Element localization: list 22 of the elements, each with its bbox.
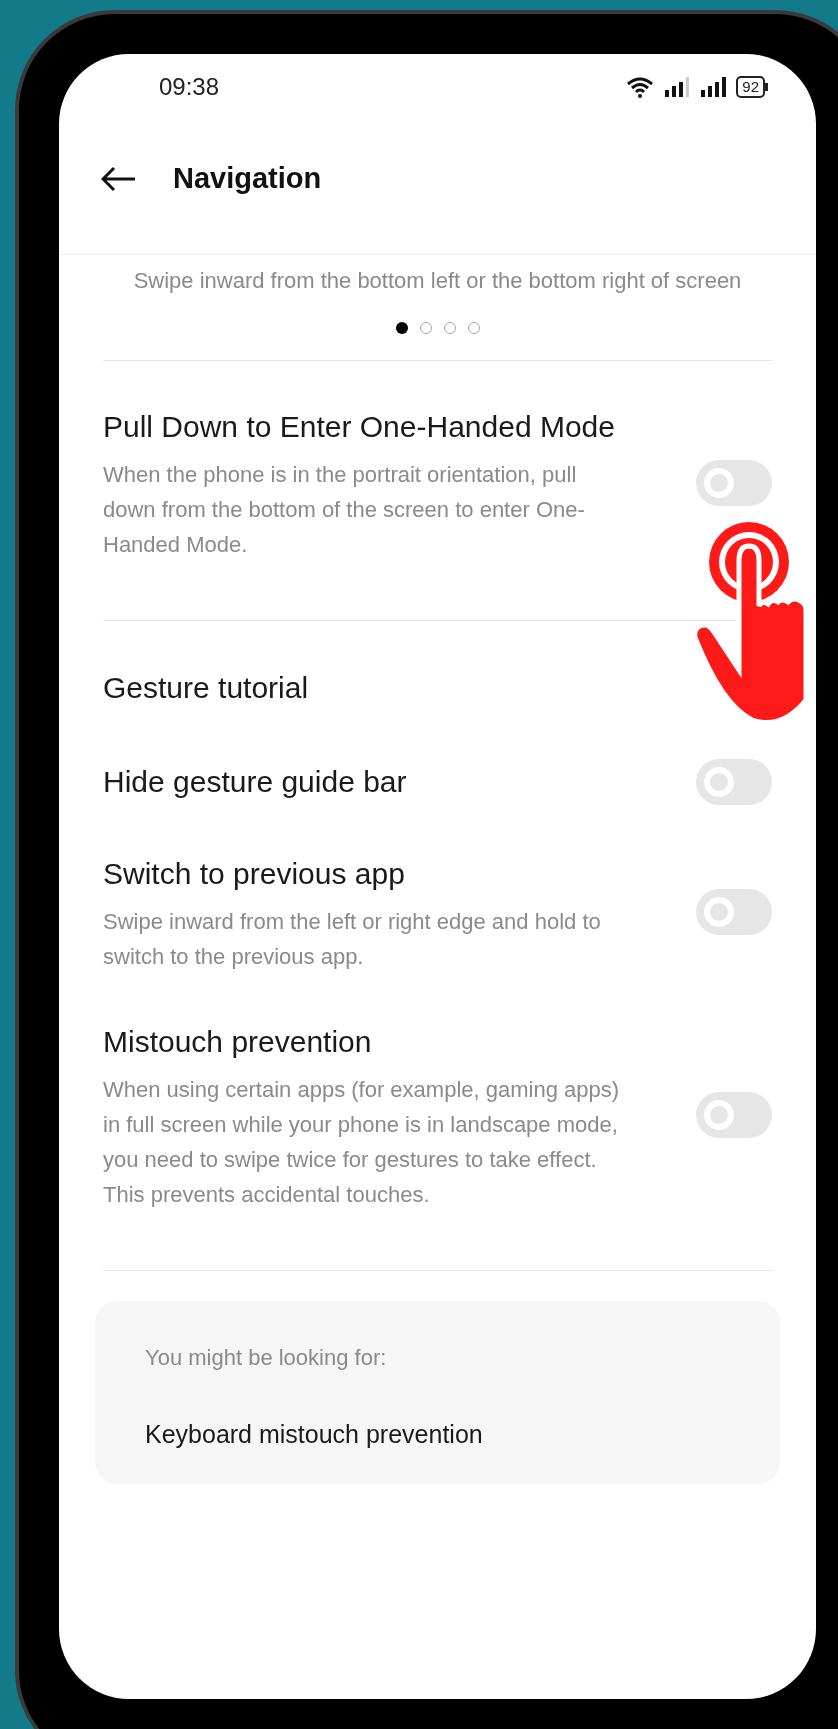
- setting-title: Gesture tutorial: [103, 670, 309, 706]
- toggle-switch[interactable]: [696, 1092, 772, 1138]
- setting-description: When the phone is in the portrait orientation, pull down from the bottom of the screen to enter One-Handed Mode.: [103, 461, 586, 559]
- setting-description: Swipe inward from the left or right edge and hold to switch to the previous app.: [103, 908, 602, 971]
- battery-level: 92: [736, 76, 765, 98]
- toggle-switch[interactable]: [696, 889, 772, 935]
- back-arrow-icon[interactable]: [101, 166, 137, 192]
- gesture-caption: Swipe inward from the bottom left or the bottom right of screen: [132, 267, 743, 295]
- toggle-switch[interactable]: [696, 759, 772, 805]
- setting-title: Switch to previous app: [103, 856, 406, 892]
- suggestion-link[interactable]: Keyboard mistouch prevention: [145, 1416, 730, 1454]
- setting-description: When using certain apps (for example, gaming apps) in full screen while your phone is in landscape mode, you need to swipe twice for gestures to take effect. This prevents accidental touches.: [103, 1076, 621, 1209]
- page-title: Navigation: [173, 161, 322, 197]
- setting-title: Hide gesture guide bar: [103, 764, 408, 800]
- toggle-switch[interactable]: [696, 459, 772, 506]
- setting-title: Mistouch prevention: [103, 1024, 373, 1060]
- suggestion-heading: You might be looking for:: [145, 1344, 388, 1372]
- status-time: 09:38: [159, 72, 220, 102]
- signal-icon: [700, 77, 727, 97]
- signal-icon: [664, 77, 691, 97]
- wifi-icon: [626, 76, 655, 98]
- setting-title: Pull Down to Enter One-Handed Mode: [103, 409, 616, 445]
